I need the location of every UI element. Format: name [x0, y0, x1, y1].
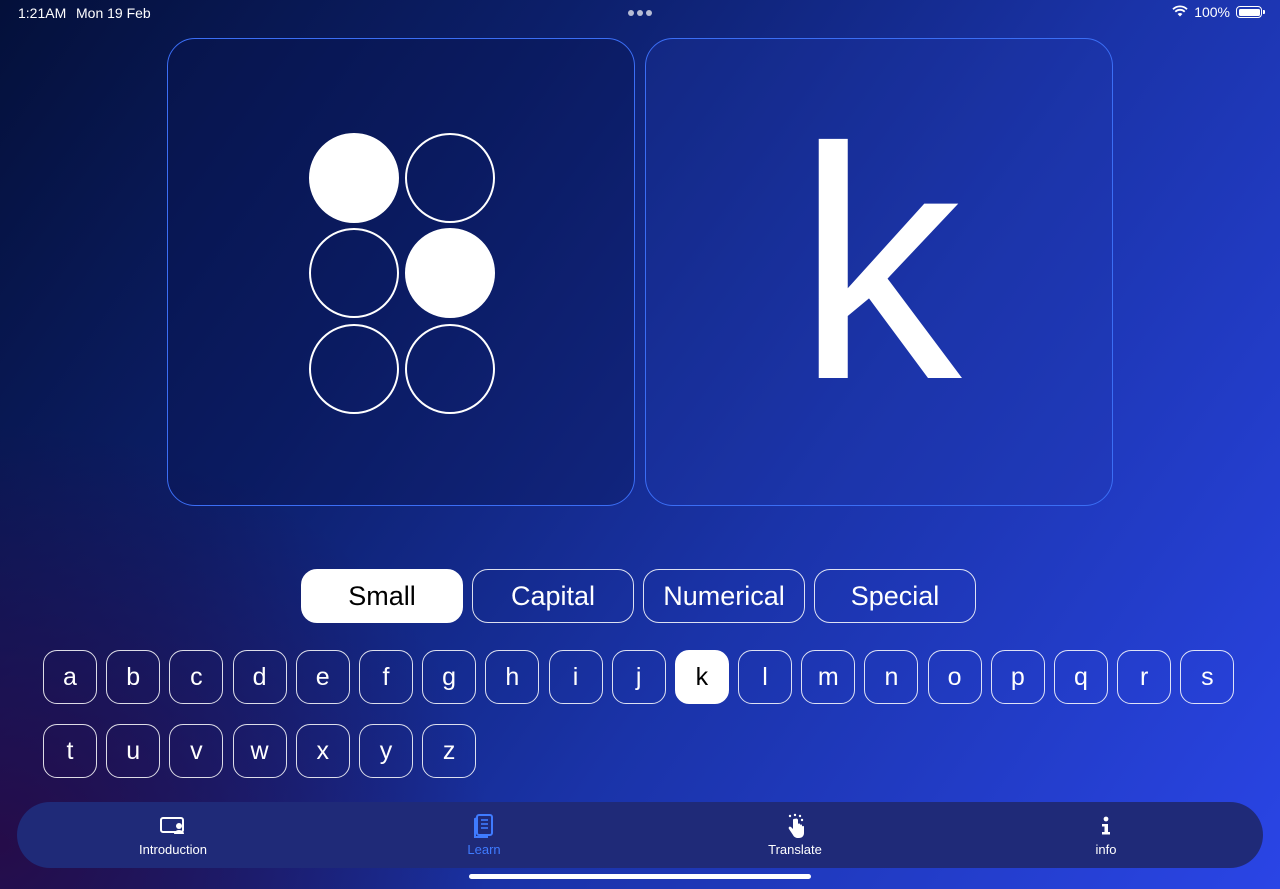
presentation-icon — [159, 814, 187, 838]
letter-key-r[interactable]: r — [1117, 650, 1172, 704]
letter-key-w[interactable]: w — [232, 724, 287, 778]
letter-key-j[interactable]: j — [611, 650, 666, 704]
letter-key-f[interactable]: f — [358, 650, 413, 704]
letter-card: k — [645, 38, 1113, 506]
braille-dot-1 — [309, 133, 399, 223]
braille-dot-4 — [405, 133, 495, 223]
braille-dot-6 — [405, 324, 495, 414]
letter-key-s[interactable]: s — [1180, 650, 1235, 704]
book-icon — [470, 814, 498, 838]
braille-dot-3 — [309, 324, 399, 414]
tab-label: Translate — [768, 842, 822, 857]
tab-label: info — [1095, 842, 1117, 857]
letter-row-2: tuvwxyz — [43, 724, 1243, 778]
letter-key-v[interactable]: v — [169, 724, 224, 778]
current-letter: k — [796, 79, 962, 448]
tab-label: Learn — [467, 842, 501, 857]
letter-key-g[interactable]: g — [422, 650, 477, 704]
letter-row-1: abcdefghijklmnopqrs — [43, 650, 1243, 704]
letter-key-i[interactable]: i — [548, 650, 603, 704]
info-icon — [1092, 814, 1120, 838]
status-time: 1:21AM — [18, 5, 67, 21]
letter-key-b[interactable]: b — [106, 650, 161, 704]
battery-percent: 100% — [1194, 4, 1230, 20]
letter-key-l[interactable]: l — [738, 650, 793, 704]
battery-icon — [1236, 6, 1265, 18]
category-capital-button[interactable]: Capital — [472, 569, 634, 623]
tab-bar: Introduction Learn Translate info — [17, 802, 1263, 868]
tab-learn[interactable]: Learn — [394, 802, 574, 868]
tab-translate[interactable]: Translate — [705, 802, 885, 868]
status-bar: 1:21AM Mon 19 Feb 100% — [0, 0, 1280, 26]
letter-key-q[interactable]: q — [1054, 650, 1108, 704]
category-selector: Small Capital Numerical Special — [301, 569, 976, 623]
letter-key-x[interactable]: x — [295, 724, 350, 778]
wifi-icon — [1172, 4, 1188, 20]
letter-key-y[interactable]: y — [358, 724, 413, 778]
status-date: Mon 19 Feb — [76, 5, 151, 21]
category-numerical-button[interactable]: Numerical — [643, 569, 805, 623]
multitasking-dots-icon[interactable] — [628, 10, 652, 16]
braille-card — [167, 38, 635, 506]
letter-key-n[interactable]: n — [864, 650, 919, 704]
letter-key-e[interactable]: e — [295, 650, 350, 704]
letter-key-a[interactable]: a — [43, 650, 97, 704]
tab-label: Introduction — [139, 842, 207, 857]
letter-key-z[interactable]: z — [422, 724, 477, 778]
letter-key-o[interactable]: o — [927, 650, 982, 704]
letter-key-t[interactable]: t — [43, 724, 97, 778]
letter-key-u[interactable]: u — [106, 724, 161, 778]
letter-key-h[interactable]: h — [485, 650, 540, 704]
status-right: 100% — [1172, 4, 1265, 20]
tab-info[interactable]: info — [1016, 802, 1196, 868]
letter-key-p[interactable]: p — [990, 650, 1045, 704]
letter-key-m[interactable]: m — [801, 650, 856, 704]
letter-key-c[interactable]: c — [169, 650, 224, 704]
letter-key-k[interactable]: k — [674, 650, 729, 704]
braille-dot-5 — [405, 228, 495, 318]
letter-key-d[interactable]: d — [232, 650, 287, 704]
braille-dot-2 — [309, 228, 399, 318]
category-small-button[interactable]: Small — [301, 569, 463, 623]
home-indicator[interactable] — [469, 874, 811, 879]
tap-hand-icon — [781, 813, 809, 838]
category-special-button[interactable]: Special — [814, 569, 976, 623]
tab-introduction[interactable]: Introduction — [83, 802, 263, 868]
